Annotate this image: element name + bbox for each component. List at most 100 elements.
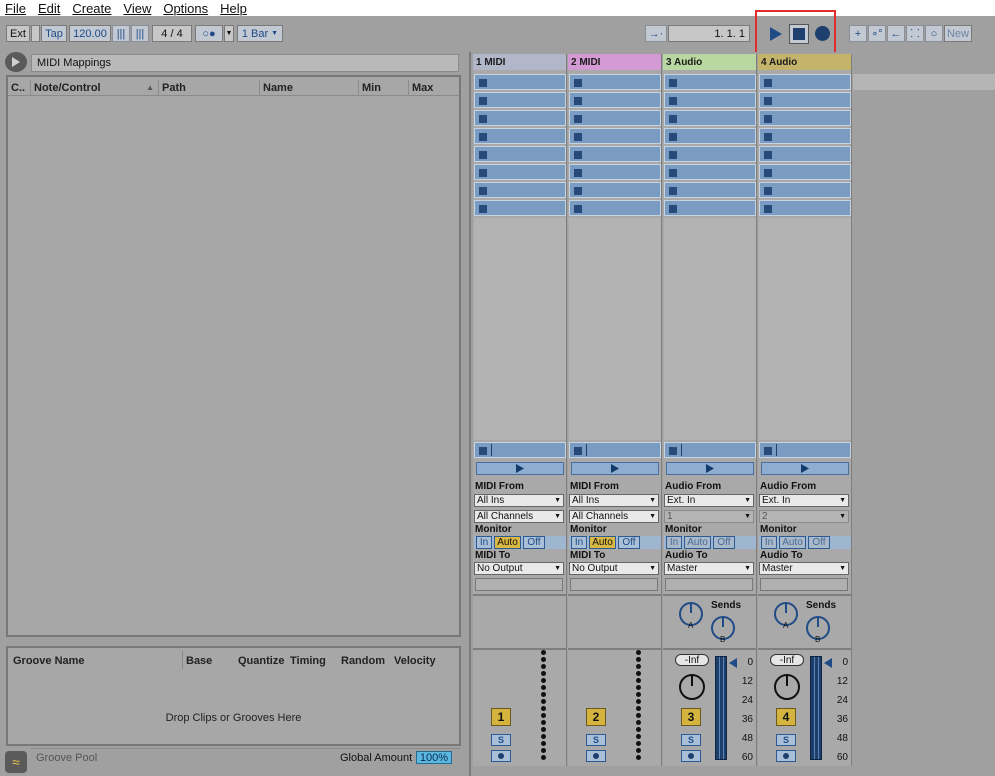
- col-max[interactable]: Max: [409, 80, 459, 96]
- scene-clip-slot[interactable]: [474, 442, 566, 458]
- clip-slot[interactable]: [474, 182, 566, 198]
- clip-slot[interactable]: [569, 182, 661, 198]
- track-activator-button[interactable]: 1: [491, 708, 511, 726]
- col-base[interactable]: Base: [186, 655, 212, 667]
- col-path[interactable]: Path: [159, 79, 260, 96]
- nudge-up-icon[interactable]: |||: [131, 25, 149, 42]
- automation-arm-icon[interactable]: ∘°: [868, 25, 886, 42]
- track-title-bar[interactable]: 2 MIDI: [568, 54, 661, 70]
- clip-slot[interactable]: [664, 182, 756, 198]
- clip-slot[interactable]: [474, 200, 566, 216]
- arm-button[interactable]: [776, 750, 796, 762]
- metronome-icon[interactable]: ○●: [195, 25, 223, 42]
- clip-slot[interactable]: [474, 110, 566, 126]
- output-type-select[interactable]: Master: [759, 562, 849, 575]
- scene-clip-slot[interactable]: [759, 442, 851, 458]
- clip-slot[interactable]: [664, 110, 756, 126]
- monitor-in-button[interactable]: In: [476, 536, 492, 549]
- clip-slot[interactable]: [474, 92, 566, 108]
- solo-button[interactable]: S: [681, 734, 701, 746]
- arm-button[interactable]: [491, 750, 511, 762]
- arm-button[interactable]: [586, 750, 606, 762]
- follow-icon[interactable]: →·: [645, 25, 667, 42]
- col-random[interactable]: Random: [341, 655, 385, 667]
- track-activator-button[interactable]: 4: [776, 708, 796, 726]
- solo-button[interactable]: S: [776, 734, 796, 746]
- clip-slot[interactable]: [569, 146, 661, 162]
- solo-button[interactable]: S: [586, 734, 606, 746]
- col-timing[interactable]: Timing: [290, 655, 326, 667]
- monitor-off-button[interactable]: Off: [713, 536, 735, 549]
- clip-slot[interactable]: [569, 200, 661, 216]
- metronome-dropdown-icon[interactable]: ▼: [224, 25, 234, 42]
- volume-field[interactable]: -Inf: [675, 654, 709, 666]
- input-type-select[interactable]: All Ins: [474, 494, 564, 507]
- arm-button[interactable]: [681, 750, 701, 762]
- col-quantize[interactable]: Quantize: [238, 655, 284, 667]
- input-type-select[interactable]: All Ins: [569, 494, 659, 507]
- solo-button[interactable]: S: [491, 734, 511, 746]
- monitor-in-button[interactable]: In: [571, 536, 587, 549]
- clip-launch-button[interactable]: [476, 462, 564, 475]
- menu-file[interactable]: File: [5, 1, 26, 16]
- clip-slot[interactable]: [569, 128, 661, 144]
- clip-slot[interactable]: [759, 182, 851, 198]
- output-channel-select[interactable]: [665, 578, 753, 591]
- clip-slot[interactable]: [759, 164, 851, 180]
- record-button[interactable]: [815, 26, 830, 41]
- col-name[interactable]: Name: [260, 79, 359, 96]
- monitor-in-button[interactable]: In: [666, 536, 682, 549]
- track-title-bar[interactable]: 4 Audio: [758, 54, 851, 70]
- quantize-menu[interactable]: 1 Bar ▼: [237, 25, 283, 42]
- clip-slot[interactable]: [474, 128, 566, 144]
- clip-slot[interactable]: [759, 92, 851, 108]
- volume-fader-arrow-icon[interactable]: [824, 658, 832, 668]
- monitor-auto-button[interactable]: Auto: [779, 536, 806, 549]
- monitor-off-button[interactable]: Off: [808, 536, 830, 549]
- browser-toggle-button[interactable]: [5, 52, 27, 72]
- clip-slot[interactable]: [759, 74, 851, 90]
- overdub-icon[interactable]: +: [849, 25, 867, 42]
- clip-slot[interactable]: [569, 110, 661, 126]
- output-channel-select[interactable]: [760, 578, 848, 591]
- groove-pool-icon[interactable]: ≈: [5, 751, 27, 773]
- track-activator-button[interactable]: 3: [681, 708, 701, 726]
- scene-clip-slot[interactable]: [569, 442, 661, 458]
- clip-slot[interactable]: [759, 128, 851, 144]
- clip-slot[interactable]: [759, 110, 851, 126]
- clip-slot[interactable]: [474, 146, 566, 162]
- track-title-bar[interactable]: 1 MIDI: [473, 54, 566, 70]
- input-channel-select[interactable]: All Channels: [569, 510, 659, 523]
- monitor-auto-button[interactable]: Auto: [684, 536, 711, 549]
- pan-knob[interactable]: [679, 674, 705, 700]
- pan-knob[interactable]: [774, 674, 800, 700]
- clip-slot[interactable]: [474, 164, 566, 180]
- back-to-arrangement-icon[interactable]: ←: [887, 25, 905, 42]
- output-channel-select[interactable]: [570, 578, 658, 591]
- clip-slot[interactable]: [664, 92, 756, 108]
- clip-slot[interactable]: [474, 74, 566, 90]
- monitor-in-button[interactable]: In: [761, 536, 777, 549]
- menu-create[interactable]: Create: [72, 1, 111, 16]
- tempo-field[interactable]: 120.00: [69, 25, 111, 42]
- input-channel-select[interactable]: 2: [759, 510, 849, 523]
- clip-launch-button[interactable]: [761, 462, 849, 475]
- nudge-down-icon[interactable]: |||: [112, 25, 130, 42]
- menu-options[interactable]: Options: [163, 1, 208, 16]
- col-min[interactable]: Min: [359, 79, 409, 96]
- col-velocity[interactable]: Velocity: [394, 655, 436, 667]
- arrangement-position-field[interactable]: 1. 1. 1: [668, 25, 750, 42]
- clip-slot[interactable]: [569, 74, 661, 90]
- new-button[interactable]: New: [944, 25, 972, 42]
- input-type-select[interactable]: Ext. In: [664, 494, 754, 507]
- input-channel-select[interactable]: 1: [664, 510, 754, 523]
- punch-icon[interactable]: ⸬: [906, 25, 924, 42]
- monitor-off-button[interactable]: Off: [618, 536, 640, 549]
- output-type-select[interactable]: No Output: [569, 562, 659, 575]
- volume-fader-arrow-icon[interactable]: [729, 658, 737, 668]
- clip-slot[interactable]: [664, 74, 756, 90]
- clip-launch-button[interactable]: [666, 462, 754, 475]
- input-type-select[interactable]: Ext. In: [759, 494, 849, 507]
- clip-slot[interactable]: [664, 146, 756, 162]
- clip-slot[interactable]: [569, 164, 661, 180]
